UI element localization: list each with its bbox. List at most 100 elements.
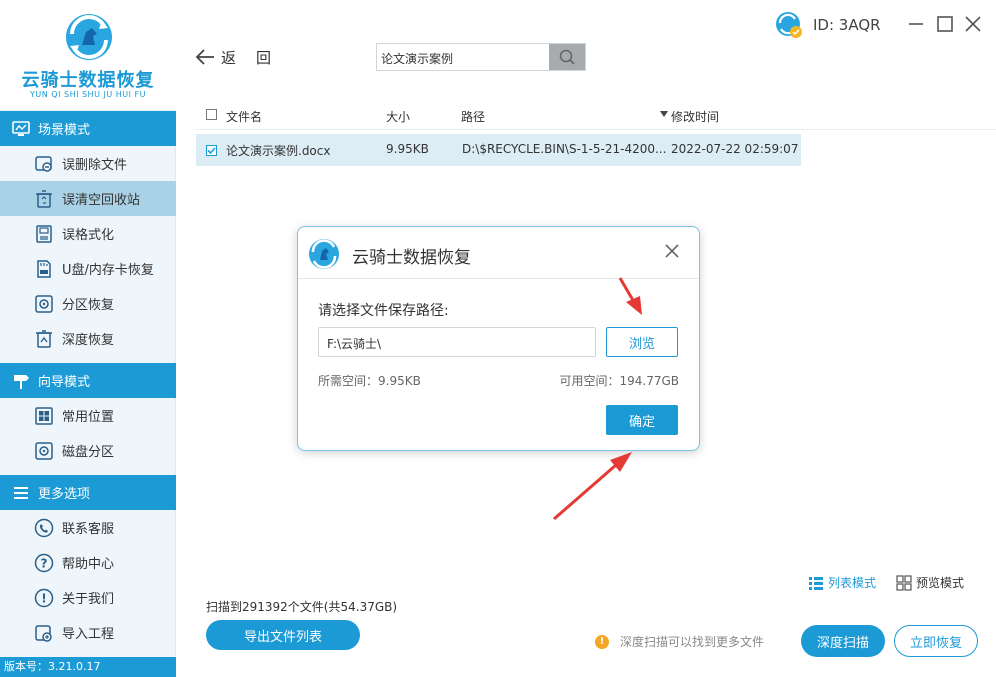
- sidebar-item-label: U盘/内存卡恢复: [62, 263, 154, 278]
- confirm-button[interactable]: 确定: [606, 405, 678, 435]
- maximize-icon[interactable]: [934, 13, 956, 35]
- section-label: 更多选项: [38, 487, 91, 502]
- scan-summary: 扫描到291392个文件(共54.37GB): [206, 600, 398, 614]
- export-list-button[interactable]: 导出文件列表: [206, 620, 360, 650]
- arrow-left-icon: [195, 49, 214, 65]
- sidebar-item-usb-card[interactable]: U盘/内存卡恢复: [0, 251, 176, 286]
- recycle-bin-icon: [36, 189, 52, 208]
- section-guide-mode[interactable]: 向导模式: [0, 363, 176, 398]
- logo-subtitle: YUN QI SHI SHU JU HUI FU: [30, 90, 146, 99]
- svg-text:!: !: [41, 591, 46, 605]
- list-mode-toggle[interactable]: 列表模式: [808, 574, 876, 591]
- table-row[interactable]: 论文演示案例.docx 9.95KB D:\$RECYCLE.BIN\S-1-5…: [196, 134, 801, 166]
- grid-view-icon: [896, 574, 912, 591]
- sidebar: 云骑士数据恢复 YUN QI SHI SHU JU HUI FU 场景模式 误删…: [0, 0, 176, 677]
- search-button[interactable]: [549, 44, 585, 70]
- sidebar-item-common-locations[interactable]: 常用位置: [0, 398, 176, 433]
- sidebar-item-label: 帮助中心: [62, 557, 115, 572]
- list-view-icon: [809, 576, 823, 590]
- windows-icon: [35, 406, 53, 425]
- app-logo: 云骑士数据恢复 YUN QI SHI SHU JU HUI FU: [0, 0, 176, 110]
- sidebar-item-deleted-files[interactable]: 误删除文件: [0, 146, 176, 181]
- help-icon: ?: [34, 553, 54, 572]
- info-icon: !: [34, 588, 54, 607]
- table-header: 文件名 大小 路径 修改时间: [196, 100, 996, 130]
- user-avatar-icon: [776, 12, 802, 38]
- recover-now-button[interactable]: 立即恢复: [894, 625, 978, 657]
- sidebar-item-import-project[interactable]: 导入工程: [0, 615, 176, 650]
- signpost-icon: [14, 374, 29, 389]
- warning-icon: !: [595, 634, 609, 649]
- sidebar-item-label: 磁盘分区: [62, 445, 115, 460]
- sidebar-item-label: 联系客服: [62, 522, 115, 537]
- back-button[interactable]: 返回: [195, 44, 291, 70]
- file-name: 论文演示案例.docx: [226, 144, 331, 158]
- sidebar-item-label: 导入工程: [62, 627, 115, 642]
- sidebar-item-about-us[interactable]: ! 关于我们: [0, 580, 176, 615]
- save-path-prompt: 请选择文件保存路径:: [318, 303, 449, 319]
- partition-icon: [35, 294, 53, 313]
- phone-icon: [34, 518, 54, 537]
- section-more-options[interactable]: 更多选项: [0, 475, 176, 510]
- tip-text: 深度扫描可以找到更多文件: [620, 635, 765, 649]
- sidebar-item-contact-support[interactable]: 联系客服: [0, 510, 176, 545]
- sd-card-icon: [37, 259, 51, 278]
- sidebar-item-label: 误格式化: [62, 228, 115, 243]
- minimize-icon[interactable]: [905, 13, 927, 35]
- deleted-file-icon: [35, 155, 52, 172]
- close-icon[interactable]: [962, 13, 984, 35]
- row-checkbox[interactable]: [206, 145, 217, 156]
- available-space: 可用空间：194.77GB: [559, 374, 679, 388]
- column-header-path[interactable]: 路径: [461, 108, 485, 125]
- search-icon: [559, 49, 575, 65]
- required-space: 所需空间：9.95KB: [318, 374, 421, 388]
- logo-knight-icon: [66, 14, 112, 60]
- section-scene-mode[interactable]: 场景模式: [0, 111, 176, 146]
- column-header-modified[interactable]: 修改时间: [671, 108, 719, 125]
- disk-partition-icon: [35, 441, 53, 460]
- dialog-logo-icon: [309, 239, 339, 269]
- preview-mode-label: 预览模式: [916, 576, 965, 590]
- select-all-checkbox[interactable]: [206, 109, 217, 120]
- arrow-to-confirm: [553, 452, 632, 521]
- back-label: 返回: [221, 48, 292, 67]
- dialog-title: 云骑士数据恢复: [352, 248, 471, 268]
- section-label: 场景模式: [38, 123, 91, 138]
- dialog-close-icon[interactable]: [664, 243, 680, 259]
- user-account[interactable]: ID: 3AQR: [775, 11, 881, 39]
- sidebar-item-label: 常用位置: [62, 410, 115, 425]
- deep-scan-button[interactable]: 深度扫描: [801, 625, 885, 657]
- column-header-size[interactable]: 大小: [386, 108, 410, 125]
- sidebar-item-help-center[interactable]: ? 帮助中心: [0, 545, 176, 580]
- file-path: D:\$RECYCLE.BIN\S-1-5-21-4200...: [462, 142, 667, 156]
- sidebar-item-recycle-bin[interactable]: 误清空回收站: [0, 181, 176, 216]
- search-input[interactable]: 论文演示案例: [381, 50, 453, 67]
- format-disk-icon: [36, 224, 52, 243]
- sidebar-item-label: 误清空回收站: [62, 193, 141, 208]
- sidebar-item-label: 关于我们: [62, 592, 115, 607]
- version-label: 版本号：3.21.0.17: [0, 657, 176, 677]
- menu-icon: [14, 486, 28, 499]
- deep-scan-tip: ! 深度扫描可以找到更多文件: [595, 633, 764, 650]
- sidebar-item-label: 深度恢复: [62, 333, 115, 348]
- browse-button[interactable]: 浏览: [606, 327, 678, 357]
- list-mode-label: 列表模式: [828, 576, 877, 590]
- svg-text:?: ?: [41, 556, 48, 570]
- sidebar-item-disk-partition[interactable]: 磁盘分区: [0, 433, 176, 468]
- sidebar-item-label: 误删除文件: [62, 158, 128, 173]
- user-id: ID: 3AQR: [813, 16, 881, 34]
- sidebar-item-deep-recover[interactable]: 深度恢复: [0, 321, 176, 356]
- search-box[interactable]: 论文演示案例: [376, 43, 586, 71]
- import-icon: [35, 624, 52, 642]
- sidebar-item-format[interactable]: 误格式化: [0, 216, 176, 251]
- sidebar-item-label: 分区恢复: [62, 298, 115, 313]
- sort-desc-icon[interactable]: [660, 111, 668, 117]
- logo-title: 云骑士数据恢复: [21, 70, 155, 91]
- preview-mode-toggle[interactable]: 预览模式: [896, 574, 964, 591]
- save-path-input[interactable]: F:\云骑士\: [318, 327, 596, 357]
- sidebar-item-partition-recover[interactable]: 分区恢复: [0, 286, 176, 321]
- file-modified: 2022-07-22 02:59:07: [671, 142, 799, 156]
- dialog-header: 云骑士数据恢复: [298, 227, 699, 279]
- deep-recover-icon: [36, 329, 52, 348]
- column-header-name[interactable]: 文件名: [226, 108, 262, 125]
